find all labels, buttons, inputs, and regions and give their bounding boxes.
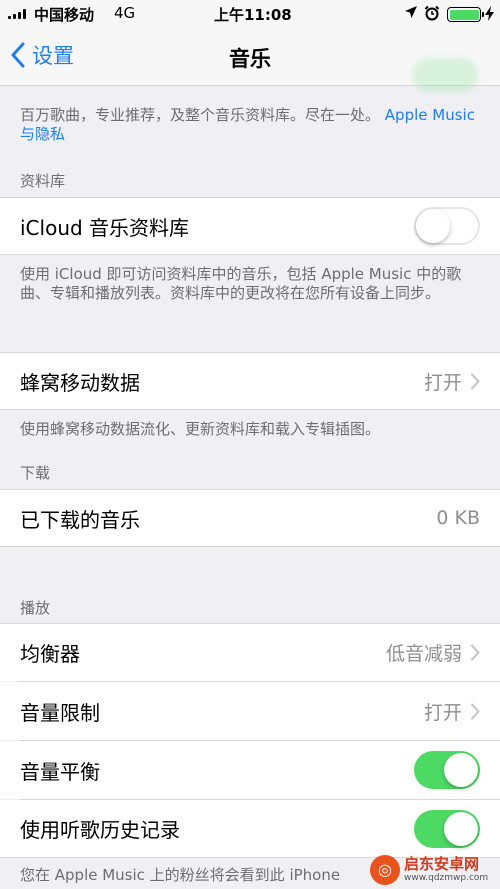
icloud-library-row: iCloud 音乐资料库: [0, 197, 500, 255]
apple-music-note-text: 百万歌曲，专业推荐，及整个音乐资料库。尽在一处。: [20, 106, 381, 124]
navigation-bar: 设置 音乐: [0, 28, 500, 92]
cellular-data-label: 蜂窝移动数据: [20, 370, 140, 395]
carrier-name: 中国移动: [34, 6, 95, 24]
volume-limit-value: 打开: [423, 701, 462, 724]
cellular-data-value: 打开: [423, 371, 462, 394]
icloud-library-toggle[interactable]: [414, 207, 480, 245]
location-arrow-icon: [405, 6, 417, 18]
status-time: 上午11:08: [214, 6, 292, 24]
battery-icon: [447, 7, 484, 22]
apple-music-note: 百万歌曲，专业推荐，及整个音乐资料库。尽在一处。 Apple Music 与隐私: [20, 106, 482, 144]
listening-history-toggle[interactable]: [414, 809, 480, 848]
volume-limit-label: 音量限制: [20, 700, 100, 725]
watermark-name: 启东安卓网: [404, 854, 480, 873]
watermark-logo-icon: ◎: [370, 854, 400, 885]
chevron-right-icon: [470, 644, 480, 661]
chevron-right-icon: [470, 372, 480, 390]
status-bar: 中国移动 4G 上午11:08: [0, 0, 500, 28]
signal-icon: [8, 9, 26, 19]
volume-limit-row[interactable]: 音量限制 打开: [0, 682, 500, 740]
equalizer-label: 均衡器: [20, 642, 80, 666]
cellular-data-footer: 使用蜂窝移动数据流化、更新资料库和载入专辑插图。: [20, 420, 381, 438]
equalizer-row[interactable]: 均衡器 低音减弱: [0, 623, 500, 681]
icloud-library-label: iCloud 音乐资料库: [20, 215, 190, 240]
chevron-right-icon: [470, 702, 480, 720]
sound-check-row: 音量平衡: [0, 741, 500, 799]
icloud-library-footer: 使用 iCloud 即可访问资料库中的音乐，包括 Apple Music 中的歌…: [20, 265, 462, 302]
watermark-url: www.qdzmwp.com: [404, 872, 489, 883]
sound-check-label: 音量平衡: [20, 759, 100, 784]
library-section-header: 资料库: [20, 172, 66, 190]
listening-history-label: 使用听歌历史记录: [20, 818, 180, 842]
equalizer-value: 低音减弱: [385, 643, 462, 665]
network-type: 4G: [114, 4, 136, 22]
downloaded-music-label: 已下载的音乐: [20, 507, 140, 532]
cellular-data-row[interactable]: 蜂窝移动数据 打开: [0, 352, 500, 410]
scrolled-toggle-shadow: [412, 58, 478, 92]
playback-section-header: 播放: [20, 599, 51, 617]
sound-check-toggle[interactable]: [414, 751, 480, 789]
downloaded-music-row[interactable]: 已下载的音乐 0 KB: [0, 489, 500, 547]
downloaded-music-size: 0 KB: [436, 507, 480, 529]
site-watermark: ◎ 启东安卓网 www.qdzmwp.com: [370, 850, 500, 889]
alarm-icon: [424, 5, 440, 21]
downloads-section-header: 下载: [20, 464, 51, 482]
charging-bolt-icon: [485, 6, 494, 21]
